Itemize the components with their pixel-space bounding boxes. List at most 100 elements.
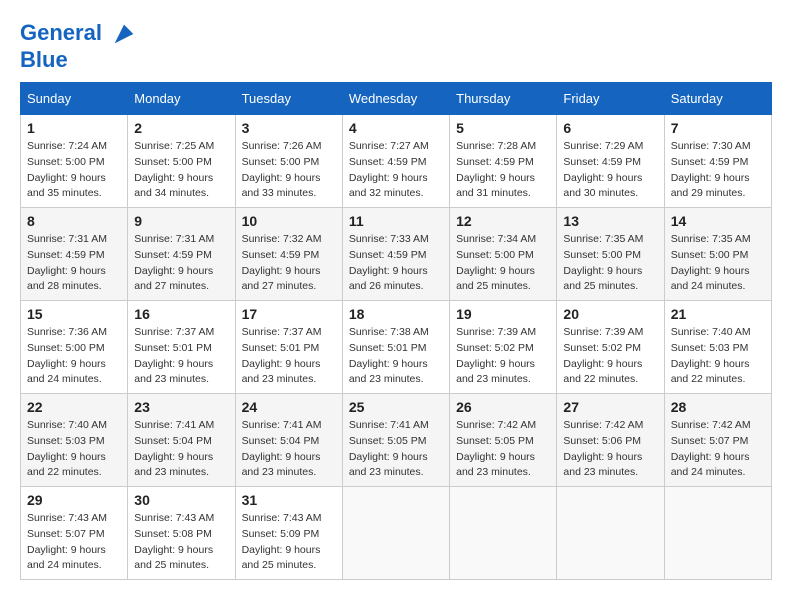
calendar-day-cell: 7 Sunrise: 7:30 AM Sunset: 4:59 PM Dayli…: [664, 115, 771, 208]
calendar-day-cell: 13 Sunrise: 7:35 AM Sunset: 5:00 PM Dayl…: [557, 208, 664, 301]
logo-subtext: Blue: [20, 48, 138, 72]
day-info: Sunrise: 7:38 AM Sunset: 5:01 PM Dayligh…: [349, 325, 443, 388]
calendar-day-cell: 19 Sunrise: 7:39 AM Sunset: 5:02 PM Dayl…: [450, 301, 557, 394]
calendar-week-row: 1 Sunrise: 7:24 AM Sunset: 5:00 PM Dayli…: [21, 115, 772, 208]
day-number: 13: [563, 213, 657, 229]
calendar-week-row: 22 Sunrise: 7:40 AM Sunset: 5:03 PM Dayl…: [21, 394, 772, 487]
day-info: Sunrise: 7:36 AM Sunset: 5:00 PM Dayligh…: [27, 325, 121, 388]
calendar-day-cell: 28 Sunrise: 7:42 AM Sunset: 5:07 PM Dayl…: [664, 394, 771, 487]
day-number: 26: [456, 399, 550, 415]
calendar-day-cell: 17 Sunrise: 7:37 AM Sunset: 5:01 PM Dayl…: [235, 301, 342, 394]
day-number: 31: [242, 492, 336, 508]
day-info: Sunrise: 7:35 AM Sunset: 5:00 PM Dayligh…: [563, 232, 657, 295]
calendar-day-cell: 1 Sunrise: 7:24 AM Sunset: 5:00 PM Dayli…: [21, 115, 128, 208]
calendar-day-cell: 31 Sunrise: 7:43 AM Sunset: 5:09 PM Dayl…: [235, 487, 342, 580]
day-number: 27: [563, 399, 657, 415]
calendar-day-cell: 29 Sunrise: 7:43 AM Sunset: 5:07 PM Dayl…: [21, 487, 128, 580]
logo: General Blue: [20, 20, 138, 72]
day-number: 25: [349, 399, 443, 415]
day-number: 4: [349, 120, 443, 136]
calendar-day-cell: [664, 487, 771, 580]
day-info: Sunrise: 7:43 AM Sunset: 5:09 PM Dayligh…: [242, 511, 336, 574]
weekday-header: Thursday: [450, 83, 557, 115]
day-number: 10: [242, 213, 336, 229]
day-info: Sunrise: 7:31 AM Sunset: 4:59 PM Dayligh…: [134, 232, 228, 295]
day-number: 7: [671, 120, 765, 136]
weekday-header: Tuesday: [235, 83, 342, 115]
calendar-day-cell: 9 Sunrise: 7:31 AM Sunset: 4:59 PM Dayli…: [128, 208, 235, 301]
calendar-day-cell: 16 Sunrise: 7:37 AM Sunset: 5:01 PM Dayl…: [128, 301, 235, 394]
day-number: 12: [456, 213, 550, 229]
calendar-day-cell: 24 Sunrise: 7:41 AM Sunset: 5:04 PM Dayl…: [235, 394, 342, 487]
logo-text: General: [20, 20, 138, 48]
day-info: Sunrise: 7:40 AM Sunset: 5:03 PM Dayligh…: [27, 418, 121, 481]
day-info: Sunrise: 7:28 AM Sunset: 4:59 PM Dayligh…: [456, 139, 550, 202]
weekday-header: Wednesday: [342, 83, 449, 115]
day-number: 2: [134, 120, 228, 136]
calendar-day-cell: 26 Sunrise: 7:42 AM Sunset: 5:05 PM Dayl…: [450, 394, 557, 487]
day-info: Sunrise: 7:33 AM Sunset: 4:59 PM Dayligh…: [349, 232, 443, 295]
calendar-day-cell: 10 Sunrise: 7:32 AM Sunset: 4:59 PM Dayl…: [235, 208, 342, 301]
day-info: Sunrise: 7:41 AM Sunset: 5:04 PM Dayligh…: [134, 418, 228, 481]
day-info: Sunrise: 7:41 AM Sunset: 5:04 PM Dayligh…: [242, 418, 336, 481]
day-number: 20: [563, 306, 657, 322]
day-info: Sunrise: 7:32 AM Sunset: 4:59 PM Dayligh…: [242, 232, 336, 295]
calendar-day-cell: 8 Sunrise: 7:31 AM Sunset: 4:59 PM Dayli…: [21, 208, 128, 301]
day-info: Sunrise: 7:43 AM Sunset: 5:08 PM Dayligh…: [134, 511, 228, 574]
logo-icon: [110, 20, 138, 48]
calendar-day-cell: 30 Sunrise: 7:43 AM Sunset: 5:08 PM Dayl…: [128, 487, 235, 580]
day-info: Sunrise: 7:37 AM Sunset: 5:01 PM Dayligh…: [242, 325, 336, 388]
calendar-day-cell: 21 Sunrise: 7:40 AM Sunset: 5:03 PM Dayl…: [664, 301, 771, 394]
page-header: General Blue: [20, 20, 772, 72]
day-info: Sunrise: 7:31 AM Sunset: 4:59 PM Dayligh…: [27, 232, 121, 295]
calendar-day-cell: 4 Sunrise: 7:27 AM Sunset: 4:59 PM Dayli…: [342, 115, 449, 208]
day-number: 24: [242, 399, 336, 415]
day-number: 29: [27, 492, 121, 508]
day-info: Sunrise: 7:35 AM Sunset: 5:00 PM Dayligh…: [671, 232, 765, 295]
day-info: Sunrise: 7:40 AM Sunset: 5:03 PM Dayligh…: [671, 325, 765, 388]
calendar-day-cell: 20 Sunrise: 7:39 AM Sunset: 5:02 PM Dayl…: [557, 301, 664, 394]
day-number: 9: [134, 213, 228, 229]
day-number: 5: [456, 120, 550, 136]
day-info: Sunrise: 7:41 AM Sunset: 5:05 PM Dayligh…: [349, 418, 443, 481]
day-number: 11: [349, 213, 443, 229]
day-number: 30: [134, 492, 228, 508]
day-info: Sunrise: 7:39 AM Sunset: 5:02 PM Dayligh…: [456, 325, 550, 388]
weekday-header: Friday: [557, 83, 664, 115]
calendar-day-cell: 12 Sunrise: 7:34 AM Sunset: 5:00 PM Dayl…: [450, 208, 557, 301]
day-info: Sunrise: 7:42 AM Sunset: 5:05 PM Dayligh…: [456, 418, 550, 481]
calendar-week-row: 15 Sunrise: 7:36 AM Sunset: 5:00 PM Dayl…: [21, 301, 772, 394]
day-info: Sunrise: 7:29 AM Sunset: 4:59 PM Dayligh…: [563, 139, 657, 202]
day-number: 16: [134, 306, 228, 322]
calendar-week-row: 29 Sunrise: 7:43 AM Sunset: 5:07 PM Dayl…: [21, 487, 772, 580]
calendar-day-cell: [450, 487, 557, 580]
calendar-day-cell: 2 Sunrise: 7:25 AM Sunset: 5:00 PM Dayli…: [128, 115, 235, 208]
day-number: 18: [349, 306, 443, 322]
day-number: 23: [134, 399, 228, 415]
day-number: 14: [671, 213, 765, 229]
day-number: 22: [27, 399, 121, 415]
day-info: Sunrise: 7:34 AM Sunset: 5:00 PM Dayligh…: [456, 232, 550, 295]
calendar-day-cell: 15 Sunrise: 7:36 AM Sunset: 5:00 PM Dayl…: [21, 301, 128, 394]
day-number: 15: [27, 306, 121, 322]
day-number: 8: [27, 213, 121, 229]
weekday-header: Monday: [128, 83, 235, 115]
day-info: Sunrise: 7:42 AM Sunset: 5:06 PM Dayligh…: [563, 418, 657, 481]
calendar-table: SundayMondayTuesdayWednesdayThursdayFrid…: [20, 82, 772, 580]
calendar-day-cell: 25 Sunrise: 7:41 AM Sunset: 5:05 PM Dayl…: [342, 394, 449, 487]
calendar-day-cell: 22 Sunrise: 7:40 AM Sunset: 5:03 PM Dayl…: [21, 394, 128, 487]
day-info: Sunrise: 7:42 AM Sunset: 5:07 PM Dayligh…: [671, 418, 765, 481]
day-info: Sunrise: 7:39 AM Sunset: 5:02 PM Dayligh…: [563, 325, 657, 388]
day-number: 3: [242, 120, 336, 136]
calendar-day-cell: [557, 487, 664, 580]
weekday-header: Saturday: [664, 83, 771, 115]
day-info: Sunrise: 7:27 AM Sunset: 4:59 PM Dayligh…: [349, 139, 443, 202]
day-number: 21: [671, 306, 765, 322]
calendar-day-cell: 3 Sunrise: 7:26 AM Sunset: 5:00 PM Dayli…: [235, 115, 342, 208]
day-info: Sunrise: 7:43 AM Sunset: 5:07 PM Dayligh…: [27, 511, 121, 574]
calendar-week-row: 8 Sunrise: 7:31 AM Sunset: 4:59 PM Dayli…: [21, 208, 772, 301]
day-number: 17: [242, 306, 336, 322]
calendar-day-cell: 14 Sunrise: 7:35 AM Sunset: 5:00 PM Dayl…: [664, 208, 771, 301]
calendar-header-row: SundayMondayTuesdayWednesdayThursdayFrid…: [21, 83, 772, 115]
calendar-day-cell: [342, 487, 449, 580]
